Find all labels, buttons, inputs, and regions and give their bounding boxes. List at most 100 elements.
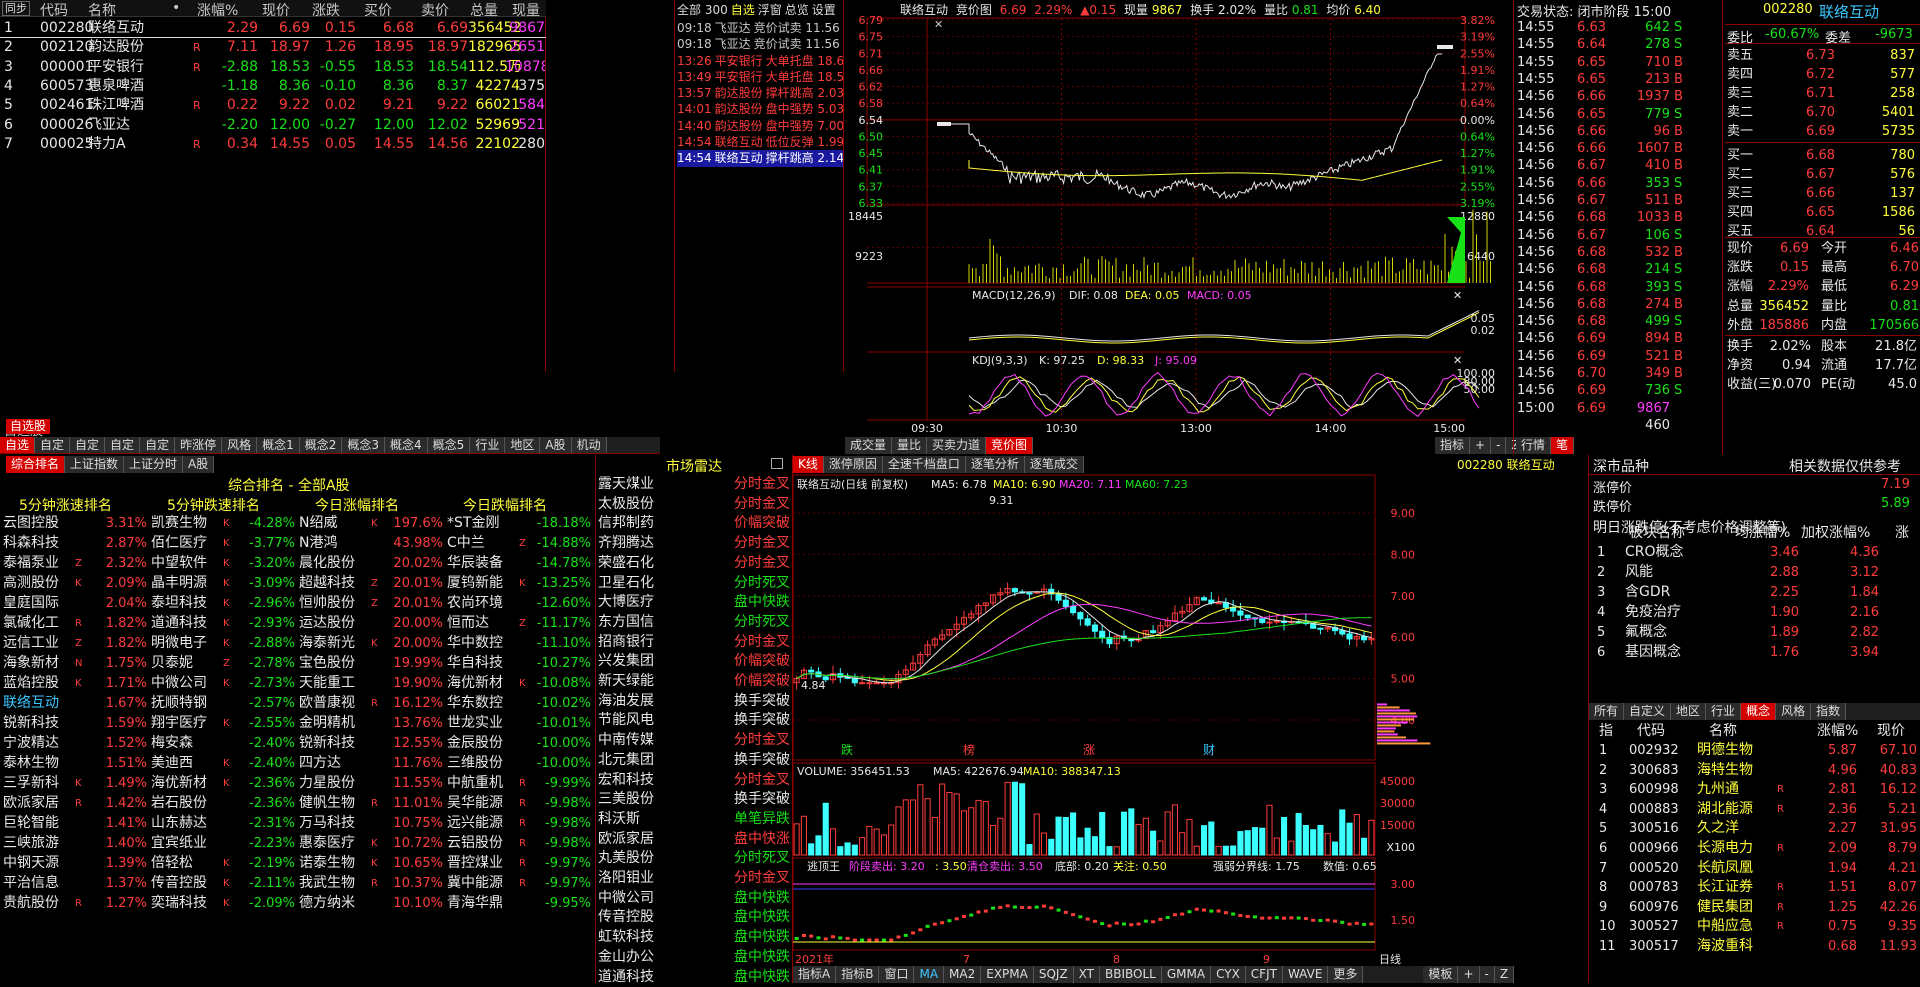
watchlist-badge[interactable]: 自选股 bbox=[6, 419, 51, 434]
ranking-row[interactable]: 力星股份 11.55% bbox=[299, 774, 445, 793]
ranking-row[interactable]: 海象新材 N 1.75% bbox=[3, 654, 149, 673]
ranking-row[interactable]: 明微电子 K -2.88% bbox=[151, 634, 297, 653]
watchlist-row[interactable]: 2 002120 韵达股份 R 7.11 18.97 1.26 18.95 18.97 18296… bbox=[0, 38, 546, 57]
ticks-tab[interactable]: 笔 bbox=[1551, 437, 1575, 454]
ranking-row[interactable]: 传音控股 K -2.11% bbox=[151, 874, 297, 893]
ranking-row[interactable]: 佰仁医疗 K -3.77% bbox=[151, 534, 297, 553]
radar-row[interactable]: 北元集团 换手突破 bbox=[596, 751, 794, 770]
radar-row[interactable]: 丸美股份 分时死叉 bbox=[596, 849, 794, 868]
watchlist-tab[interactable]: 概念1 bbox=[257, 437, 300, 453]
radar-row[interactable]: 宏和科技 分时金叉 bbox=[596, 771, 794, 790]
ranking-row[interactable]: 恒帅股份 Z 20.01% bbox=[299, 594, 445, 613]
col-price-header[interactable]: 现价 bbox=[262, 0, 290, 20]
ranking-row[interactable]: 德方纳米 10.10% bbox=[299, 894, 445, 913]
ranking-row[interactable]: 贝泰妮 Z -2.78% bbox=[151, 654, 297, 673]
radar-row[interactable]: 荣盛石化 分时金叉 bbox=[596, 554, 794, 573]
radar-row[interactable]: 兴发集团 价幅突破 bbox=[596, 652, 794, 671]
macd-close-icon[interactable]: ✕ bbox=[1453, 289, 1462, 302]
ranking-row[interactable]: 中钢天源 1.39% bbox=[3, 854, 149, 873]
ranking-row[interactable]: 高测股份 K 2.09% bbox=[3, 574, 149, 593]
sector-list-header-cell[interactable]: 名称 bbox=[1709, 722, 1737, 741]
watchlist-row[interactable]: 7 000025 特力A R 0.34 14.55 0.05 14.55 14.56 22102 2… bbox=[0, 135, 546, 154]
watchlist-row[interactable]: 1 002280 联络互动 2.29 6.69 0.15 6.68 6.69 356452 986… bbox=[0, 19, 546, 38]
radar-row[interactable]: 传音控股 盘中快跌 bbox=[596, 908, 794, 927]
ranking-row[interactable]: 四方达 11.76% bbox=[299, 754, 445, 773]
radar-row[interactable]: 信邦制药 价幅突破 bbox=[596, 514, 794, 533]
kline-tool-button[interactable]: + bbox=[1458, 966, 1480, 983]
ranking-row[interactable]: 诺泰生物 K 10.65% bbox=[299, 854, 445, 873]
sector-stock-row[interactable]: 3 600998 九州通 R 2.81 16.12 bbox=[1589, 780, 1920, 799]
ask-level[interactable]: 卖四 6.72 577 bbox=[1723, 65, 1920, 84]
ranking-row[interactable]: 金辰股份 -10.00% bbox=[447, 734, 593, 753]
sector-tab[interactable]: 指数 bbox=[1811, 703, 1847, 720]
ranking-row[interactable]: 运达股份 20.00% bbox=[299, 614, 445, 633]
ranking-column-title[interactable]: 今日涨幅排名 bbox=[315, 495, 399, 515]
sector-stock-row[interactable]: 7 000520 长航凤凰 1.94 4.21 bbox=[1589, 859, 1920, 878]
ranking-row[interactable]: 道通科技 K -2.93% bbox=[151, 614, 297, 633]
ranking-row[interactable]: 翔宇医疗 K -2.55% bbox=[151, 714, 297, 733]
ranking-row[interactable]: 云图控股 3.31% bbox=[3, 514, 149, 533]
ranking-row[interactable]: 万马科技 10.75% bbox=[299, 814, 445, 833]
kline-indicator-tab[interactable]: EXPMA bbox=[981, 966, 1034, 983]
radar-row[interactable]: 金山办公 盘中快跌 bbox=[596, 948, 794, 967]
ranking-row[interactable]: 青海华鼎 -9.95% bbox=[447, 894, 593, 913]
sector-tab[interactable]: 自定义 bbox=[1624, 703, 1672, 720]
ranking-row[interactable]: 岩石股份 -2.36% bbox=[151, 794, 297, 813]
ranking-row[interactable]: 奕瑞科技 K -2.09% bbox=[151, 894, 297, 913]
ranking-row[interactable]: 华辰装备 -14.78% bbox=[447, 554, 593, 573]
intraday-tool-button[interactable]: - bbox=[1491, 437, 1507, 454]
sector-row[interactable]: 4 免疫治疗 1.90 2.16 bbox=[1589, 603, 1920, 622]
sector-stock-row[interactable]: 1 002932 明德生物 5.87 67.10 bbox=[1589, 741, 1920, 760]
kline-indicator-tab[interactable]: CYX bbox=[1211, 966, 1246, 983]
ranking-row[interactable]: 泰福泵业 Z 2.32% bbox=[3, 554, 149, 573]
ranking-row[interactable]: 三孚新科 K 1.49% bbox=[3, 774, 149, 793]
col-chg-header[interactable]: 涨跌 bbox=[312, 0, 340, 20]
kline-indicator-tab[interactable]: CFJT bbox=[1245, 966, 1283, 983]
ranking-row[interactable]: 宝色股份 19.99% bbox=[299, 654, 445, 673]
intraday-bottom-tab[interactable]: 买卖力道 bbox=[927, 437, 987, 454]
kline-indicator-tab[interactable]: XT bbox=[1073, 966, 1101, 983]
col-vol-header[interactable]: 总量 bbox=[470, 0, 498, 20]
col-ask-header[interactable]: 卖价 bbox=[421, 0, 449, 20]
radar-row[interactable]: 招商银行 分时金叉 bbox=[596, 633, 794, 652]
ranking-row[interactable]: 恒而达 Z -11.17% bbox=[447, 614, 593, 633]
kline-indicator-tab[interactable]: BBIBOLL bbox=[1100, 966, 1162, 983]
ranking-row[interactable]: 联络互动 1.67% bbox=[3, 694, 149, 713]
intraday-bottom-tab[interactable]: 竞价图 bbox=[986, 437, 1034, 454]
ranking-row[interactable]: 泰林生物 1.51% bbox=[3, 754, 149, 773]
ranking-row[interactable]: *ST金刚 -18.18% bbox=[447, 514, 593, 533]
ranking-row[interactable]: 科森科技 2.87% bbox=[3, 534, 149, 553]
radar-row[interactable]: 齐翔腾达 分时金叉 bbox=[596, 534, 794, 553]
bid-level[interactable]: 买一 6.68 780 bbox=[1723, 146, 1920, 165]
radar-row[interactable]: 科沃斯 单笔异跌 bbox=[596, 810, 794, 829]
ranking-row[interactable]: N绍威 K 197.6% bbox=[299, 514, 445, 533]
sector-list-header-cell[interactable]: 现价 bbox=[1877, 722, 1905, 741]
radar-row[interactable]: 大博医疗 盘中快跌 bbox=[596, 593, 794, 612]
ranking-row[interactable]: 远兴能源 R -9.98% bbox=[447, 814, 593, 833]
ranking-row[interactable]: 世龙实业 -10.01% bbox=[447, 714, 593, 733]
watchlist-row[interactable]: 6 000026 飞亚达 -2.20 12.00 -0.27 12.00 12.02 52969… bbox=[0, 116, 546, 135]
ranking-row[interactable]: 锐新科技 1.59% bbox=[3, 714, 149, 733]
kline-indicator-tab[interactable]: MA2 bbox=[944, 966, 982, 983]
alert-row[interactable]: 13:26 平安银行 大单托盘 18.60 bbox=[677, 53, 843, 69]
ranking-row[interactable]: 抚顺特钢 -2.57% bbox=[151, 694, 297, 713]
ranking-row[interactable]: 倍轻松 K -2.19% bbox=[151, 854, 297, 873]
ranking-row[interactable]: 吴华能源 R -9.98% bbox=[447, 794, 593, 813]
alert-tab[interactable]: 设置 bbox=[812, 3, 836, 17]
ranking-row[interactable]: 中望软件 K -3.20% bbox=[151, 554, 297, 573]
ranking-row[interactable]: 贵航股份 R 1.27% bbox=[3, 894, 149, 913]
ranking-row[interactable]: 云铝股份 R -9.98% bbox=[447, 834, 593, 853]
ranking-tab[interactable]: 综合排名 bbox=[6, 456, 66, 473]
sector-tab[interactable]: 行业 bbox=[1706, 703, 1742, 720]
watchlist-tab[interactable]: A股 bbox=[540, 437, 572, 453]
watchlist-tab[interactable]: 自选 bbox=[0, 437, 36, 453]
ranking-row[interactable]: 宜宾纸业 -2.23% bbox=[151, 834, 297, 853]
ranking-row[interactable]: 蓝焰控股 K 1.71% bbox=[3, 674, 149, 693]
sector-tab[interactable]: 风格 bbox=[1776, 703, 1812, 720]
kline-indicator-tab[interactable]: 更多 bbox=[1328, 966, 1364, 983]
alert-tab[interactable]: 浮窗 bbox=[758, 3, 782, 17]
kline-tool-button[interactable]: 模板 bbox=[1423, 966, 1459, 983]
bid-level[interactable]: 买三 6.66 137 bbox=[1723, 184, 1920, 203]
ask-level[interactable]: 卖五 6.73 837 bbox=[1723, 46, 1920, 65]
kline-indicator-tab[interactable]: SQJZ bbox=[1033, 966, 1074, 983]
